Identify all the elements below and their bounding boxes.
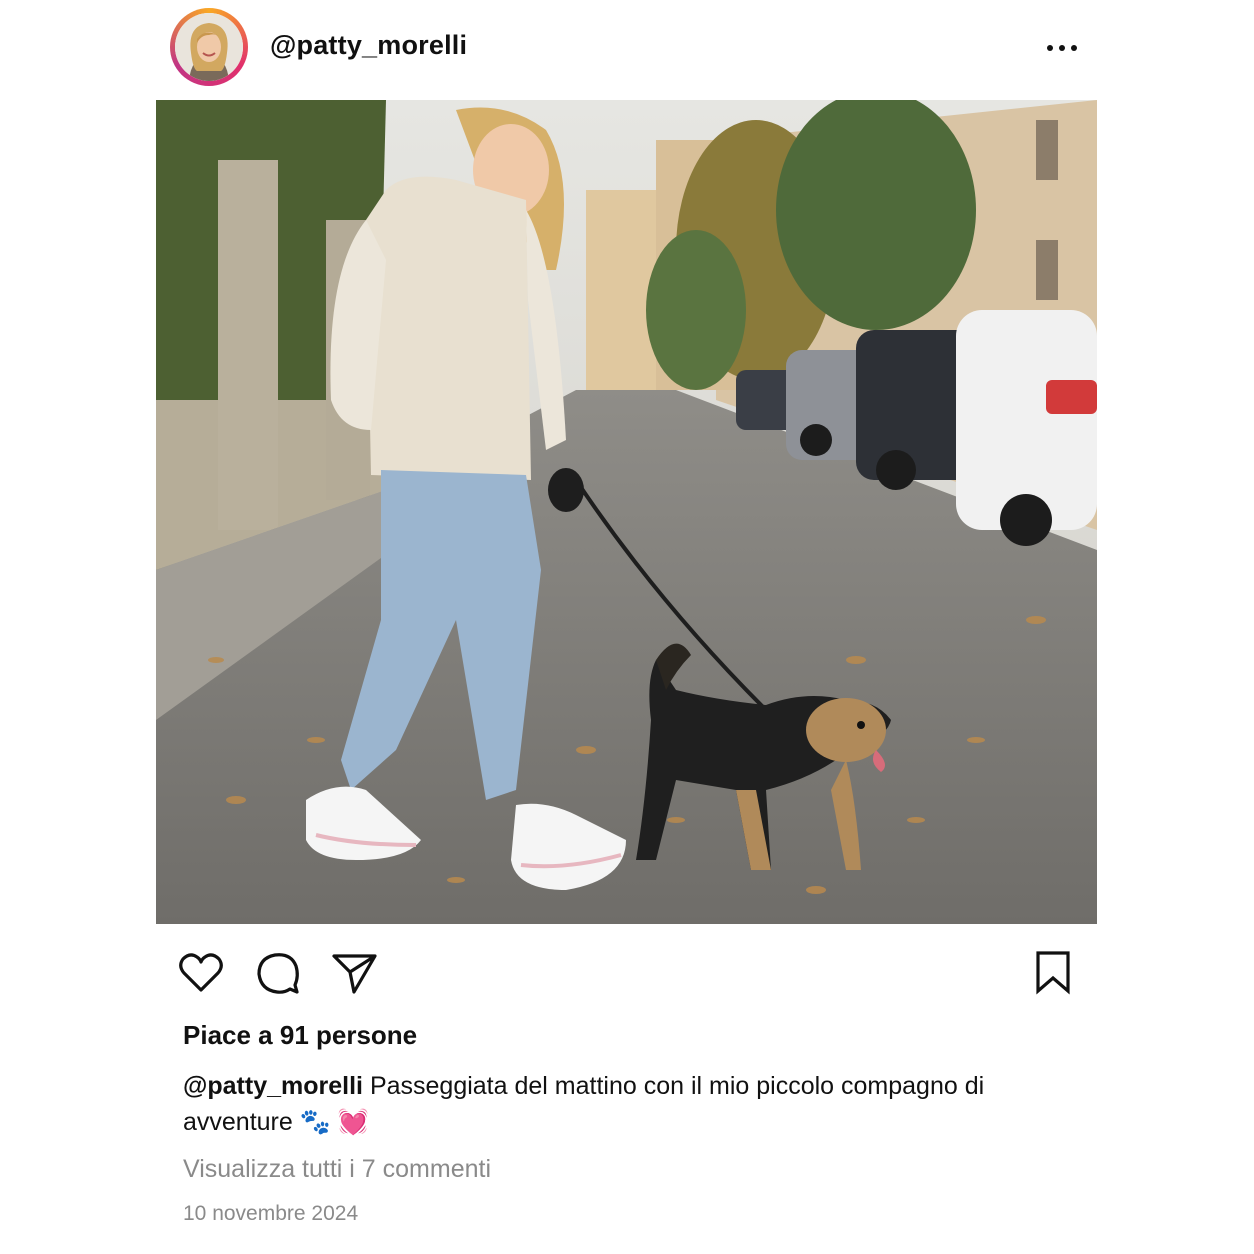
post-header: @patty_morelli — [170, 8, 1090, 88]
post-caption: @patty_morelli Passeggiata del mattino c… — [183, 1068, 1063, 1140]
view-comments-link[interactable]: Visualizza tutti i 7 commenti — [183, 1155, 491, 1184]
comment-icon[interactable] — [253, 948, 303, 998]
post-photo[interactable] — [156, 100, 1097, 924]
likes-count[interactable]: Piace a 91 persone — [183, 1020, 417, 1051]
post-date: 10 novembre 2024 — [183, 1202, 359, 1225]
bookmark-icon[interactable] — [1028, 948, 1078, 998]
send-icon[interactable] — [330, 948, 380, 998]
post-actions — [176, 948, 1076, 998]
post-username[interactable]: @patty_morelli — [270, 30, 467, 61]
caption-username[interactable]: @patty_morelli — [183, 1072, 363, 1100]
avatar-image — [175, 13, 243, 81]
avatar[interactable] — [170, 8, 248, 86]
more-options-icon[interactable] — [1042, 34, 1082, 62]
heart-icon[interactable] — [176, 948, 226, 998]
